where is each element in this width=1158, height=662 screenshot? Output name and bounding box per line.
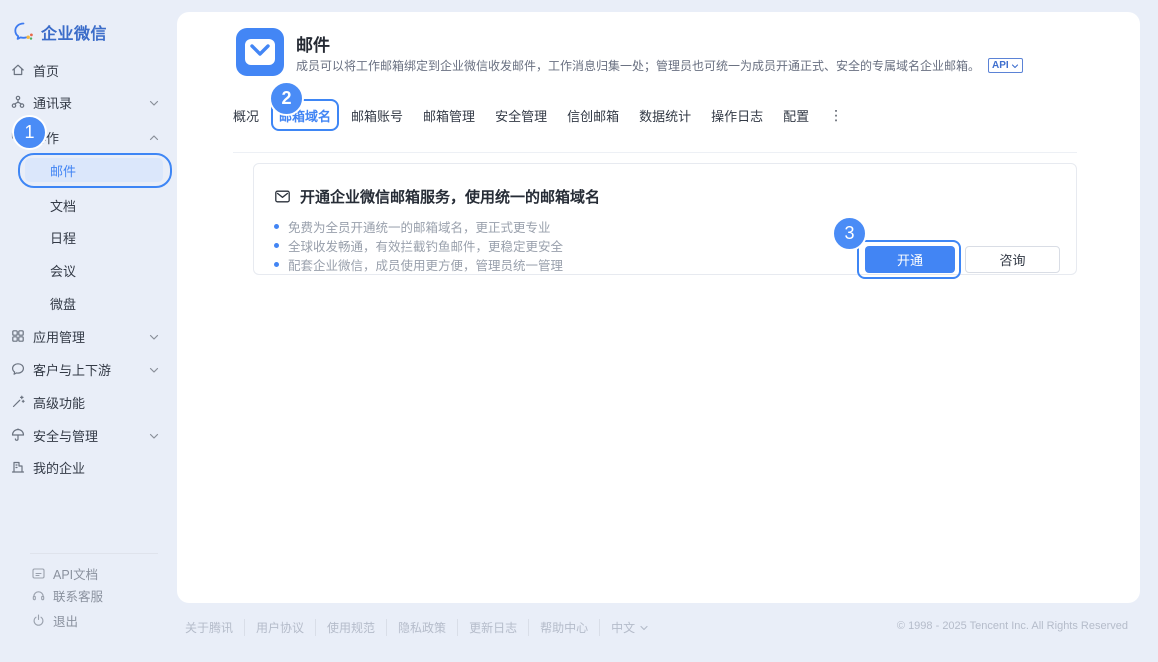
tab-mail-management[interactable]: 邮箱管理 (423, 106, 475, 125)
sidebar-item-meeting[interactable]: 会议 (0, 255, 177, 285)
mail-service-promo-card: 开通企业微信邮箱服务，使用统一的邮箱域名 免费为全员开通统一的邮箱域名，更正式更… (253, 163, 1077, 275)
sidebar-item-label: 我的企业 (33, 458, 85, 477)
tabs-overflow-icon[interactable]: ⋮ (829, 107, 843, 124)
bullet-dot (274, 224, 279, 229)
home-icon (10, 62, 26, 78)
sidebar-item-label: 会议 (50, 261, 76, 280)
sidebar-item-label: 退出 (53, 611, 78, 630)
headset-icon (31, 588, 46, 603)
page-footer-links: 关于腾讯 用户协议 使用规范 隐私政策 更新日志 帮助中心 中文 (185, 619, 649, 636)
sidebar-item-support[interactable]: 联系客服 (0, 586, 177, 605)
footer-link-help-center[interactable]: 帮助中心 (528, 619, 588, 636)
chevron-down-icon (148, 97, 160, 109)
sidebar-item-label: 首页 (33, 61, 59, 80)
mail-tabs: 概况 邮箱域名 2 邮箱账号 邮箱管理 安全管理 信创邮箱 数据统计 操作日志 … (233, 106, 843, 125)
tab-xinchuang-mail[interactable]: 信创邮箱 (567, 106, 619, 125)
power-icon (31, 613, 46, 628)
building-icon (10, 459, 26, 475)
promo-bullet: 全球收发畅通，有效拦截钓鱼邮件，更稳定更安全 (274, 237, 563, 253)
sidebar: 企业微信 首页 通讯录 协作 邮件 1 文档 日程 会议 微盘 应用管理 客户与… (0, 0, 177, 662)
chevron-down-icon (639, 623, 649, 633)
sidebar-item-label: 客户与上下游 (33, 360, 111, 379)
api-doc-icon (31, 566, 46, 581)
tab-data-statistics[interactable]: 数据统计 (639, 106, 691, 125)
sidebar-item-label: 联系客服 (53, 586, 103, 605)
chat-bubble-icon (10, 361, 26, 377)
bullet-dot (274, 262, 279, 267)
footer-link-usage-rules[interactable]: 使用规范 (315, 619, 375, 636)
sidebar-item-mail[interactable]: 邮件 1 (25, 158, 163, 182)
sidebar-item-security[interactable]: 安全与管理 (0, 420, 177, 450)
annotation-badge-step3: 3 (832, 216, 867, 251)
collaboration-icon (10, 129, 26, 145)
sidebar-item-label: 文档 (50, 196, 76, 215)
umbrella-icon (10, 427, 26, 443)
tab-operation-logs[interactable]: 操作日志 (711, 106, 763, 125)
sidebar-item-docs[interactable]: 文档 (0, 190, 177, 220)
sidebar-item-customers[interactable]: 客户与上下游 (0, 354, 177, 384)
tab-overview[interactable]: 概况 (233, 106, 259, 125)
bullet-dot (274, 243, 279, 248)
main-panel: 邮件 成员可以将工作邮箱绑定到企业微信收发邮件，工作消息归集一处；管理员也可统一… (177, 12, 1140, 603)
footer-link-user-agreement[interactable]: 用户协议 (244, 619, 304, 636)
sidebar-item-calendar[interactable]: 日程 (0, 222, 177, 252)
sidebar-item-label: 通讯录 (33, 93, 72, 112)
envelope-icon (274, 188, 291, 205)
page-description: 成员可以将工作邮箱绑定到企业微信收发邮件，工作消息归集一处；管理员也可统一为成员… (296, 57, 1023, 74)
tab-settings[interactable]: 配置 (783, 106, 809, 125)
page-description-text: 成员可以将工作邮箱绑定到企业微信收发邮件，工作消息归集一处；管理员也可统一为成员… (296, 57, 980, 74)
magic-wand-icon (10, 394, 26, 410)
wecom-logo-icon (13, 21, 35, 43)
sidebar-item-label: 应用管理 (33, 327, 85, 346)
sidebar-item-api-docs[interactable]: API文档 (0, 564, 177, 583)
promo-bullet: 配套企业微信，成员使用更方便，管理员统一管理 (274, 256, 563, 272)
tab-security-management[interactable]: 安全管理 (495, 106, 547, 125)
mail-app-icon (236, 28, 284, 76)
promo-heading-row: 开通企业微信邮箱服务，使用统一的邮箱域名 (274, 186, 600, 207)
chevron-up-icon (148, 132, 160, 144)
chevron-down-icon (148, 331, 160, 343)
consult-button[interactable]: 咨询 (965, 246, 1060, 273)
sidebar-item-my-company[interactable]: 我的企业 (0, 452, 177, 482)
sidebar-item-contacts[interactable]: 通讯录 (0, 87, 177, 117)
sidebar-item-drive[interactable]: 微盘 (0, 288, 177, 318)
sidebar-item-label: API文档 (53, 564, 98, 583)
footer-link-privacy-policy[interactable]: 隐私政策 (386, 619, 446, 636)
tab-mail-accounts[interactable]: 邮箱账号 (351, 106, 403, 125)
sidebar-item-label: 邮件 (50, 161, 76, 180)
tabs-divider (233, 152, 1077, 153)
sidebar-item-label: 安全与管理 (33, 426, 98, 445)
grid-icon (10, 328, 26, 344)
sidebar-item-label: 协作 (33, 128, 59, 147)
org-chart-icon (10, 94, 26, 110)
footer-language-selector[interactable]: 中文 (599, 619, 649, 636)
sidebar-item-logout[interactable]: 退出 (0, 611, 177, 630)
footer-link-changelog[interactable]: 更新日志 (457, 619, 517, 636)
sidebar-item-label: 日程 (50, 228, 76, 247)
footer-link-about-tencent[interactable]: 关于腾讯 (185, 619, 233, 636)
sidebar-item-label: 高级功能 (33, 393, 85, 412)
sidebar-item-app-management[interactable]: 应用管理 (0, 321, 177, 351)
api-dropdown-badge[interactable]: API (988, 58, 1023, 73)
annotation-box-step1 (18, 153, 172, 188)
promo-heading: 开通企业微信邮箱服务，使用统一的邮箱域名 (300, 186, 600, 207)
promo-bullet: 免费为全员开通统一的邮箱域名，更正式更专业 (274, 218, 551, 234)
brand-name: 企业微信 (41, 20, 107, 44)
sidebar-item-home[interactable]: 首页 (0, 55, 177, 85)
chevron-down-icon (148, 364, 160, 376)
sidebar-item-advanced[interactable]: 高级功能 (0, 387, 177, 417)
chevron-down-icon (1011, 62, 1019, 70)
sidebar-divider (30, 553, 158, 554)
activate-button[interactable]: 开通 3 (865, 246, 955, 273)
sidebar-item-label: 微盘 (50, 294, 76, 313)
tab-mail-domain[interactable]: 邮箱域名 2 (279, 106, 331, 125)
page-title: 邮件 (296, 31, 330, 56)
sidebar-item-collaboration[interactable]: 协作 (0, 122, 177, 152)
brand-logo[interactable]: 企业微信 (13, 20, 107, 44)
chevron-down-icon (148, 430, 160, 442)
copyright-text: © 1998 - 2025 Tencent Inc. All Rights Re… (897, 620, 1128, 632)
